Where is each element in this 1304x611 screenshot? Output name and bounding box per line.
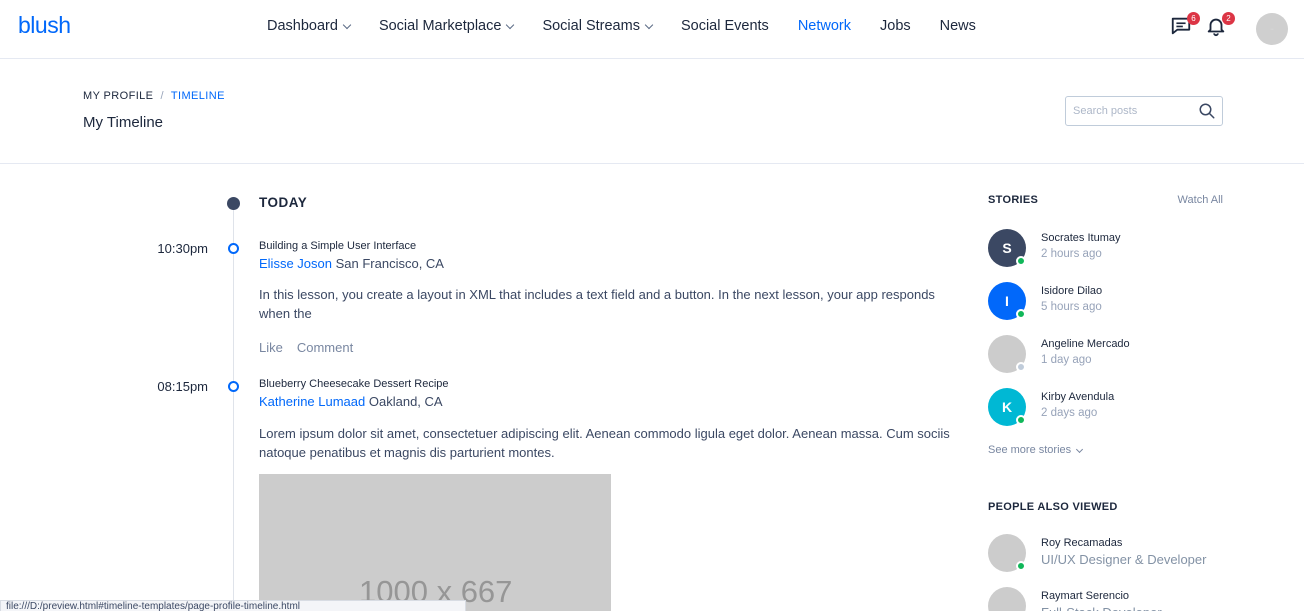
post-title[interactable]: Building a Simple User Interface: [259, 240, 416, 252]
see-more-label: See more stories: [988, 444, 1072, 456]
comment-button[interactable]: Comment: [297, 340, 353, 355]
nav-label: Jobs: [880, 18, 911, 34]
stories-heading: Stories: [988, 194, 1039, 206]
logo[interactable]: blush: [18, 12, 71, 39]
post-title[interactable]: Blueberry Cheesecake Dessert Recipe: [259, 378, 449, 390]
breadcrumb-separator: /: [160, 90, 164, 102]
timeline-dot: [228, 381, 239, 392]
story-time: 5 hours ago: [1041, 301, 1102, 313]
nav-dashboard[interactable]: Dashboard: [267, 18, 352, 34]
chevron-down-icon: [506, 20, 515, 30]
nav-label: News: [939, 18, 976, 34]
story-time: 2 days ago: [1041, 407, 1098, 419]
person-item[interactable]: Raymart Serencio Full-Stack Developer: [988, 587, 1228, 611]
search-input[interactable]: [1066, 97, 1186, 125]
post-time: 08:15pm: [157, 379, 208, 394]
nav-social-marketplace[interactable]: Social Marketplace: [378, 18, 515, 34]
nav-network[interactable]: Network: [798, 18, 851, 34]
page-title: My Timeline: [83, 114, 164, 131]
chevron-down-icon: [1076, 445, 1084, 453]
post-location: Oakland, CA: [368, 394, 443, 409]
nav-label: Social Marketplace: [378, 18, 502, 34]
nav-label: Social Events: [680, 18, 769, 34]
nav-social-events[interactable]: Social Events: [681, 18, 769, 34]
person-role: Full-Stack Developer: [1041, 605, 1162, 611]
person-name: Raymart Serencio: [1041, 590, 1130, 602]
story-name: Kirby Avendula: [1041, 391, 1115, 403]
post-body: Lorem ipsum dolor sit amet, consectetuer…: [259, 426, 950, 460]
story-time: 2 hours ago: [1041, 248, 1102, 260]
nav-label: Social Streams: [542, 18, 640, 34]
chevron-down-icon: [342, 20, 352, 30]
post-time: 10:30pm: [157, 241, 208, 256]
post-author-link[interactable]: Elisse Joson: [259, 256, 332, 271]
timeline-line: [233, 204, 234, 611]
page-subheader: My Profile / Timeline My Timeline: [0, 59, 1304, 164]
chevron-down-icon: [644, 20, 654, 30]
post-image[interactable]: 1000 x 667: [259, 474, 611, 611]
person-name: Roy Recamadas: [1041, 537, 1123, 549]
search-icon[interactable]: [1198, 102, 1216, 120]
story-item[interactable]: I Isidore Dilao 5 hours ago: [988, 282, 1228, 322]
messages-badge: 6: [1187, 12, 1200, 25]
online-status-dot: [1016, 561, 1026, 571]
watch-all-link[interactable]: Watch All: [1160, 194, 1223, 206]
person-item[interactable]: Roy Recamadas UI/UX Designer & Developer: [988, 534, 1228, 574]
story-item[interactable]: Angeline Mercado 1 day ago: [988, 335, 1228, 375]
main-nav: Dashboard Social Marketplace Social Stre…: [267, 18, 1005, 34]
post-location: San Francisco, CA: [335, 256, 444, 271]
timeline-today-label: TODAY: [259, 195, 308, 210]
messages-button[interactable]: 6: [1170, 12, 1200, 39]
see-more-stories-link[interactable]: See more stories: [988, 444, 1084, 456]
notifications-button[interactable]: 2: [1205, 12, 1235, 39]
top-header: blush Dashboard Social Marketplace Socia…: [0, 0, 1304, 59]
timeline-today-dot: [227, 197, 240, 210]
person-role: UI/UX Designer & Developer: [1041, 552, 1207, 567]
online-status-dot: [1016, 256, 1026, 266]
online-status-dot: [1016, 309, 1026, 319]
breadcrumb: My Profile / Timeline: [83, 90, 225, 102]
offline-status-dot: [1016, 362, 1026, 372]
story-name: Angeline Mercado: [1041, 338, 1130, 350]
breadcrumb-timeline: Timeline: [170, 90, 225, 102]
nav-label: Network: [797, 18, 851, 34]
timeline-dot: [228, 243, 239, 254]
post-actions: Like Comment: [259, 340, 367, 355]
story-name: Isidore Dilao: [1041, 285, 1103, 297]
online-status-dot: [1016, 415, 1026, 425]
nav-news[interactable]: News: [940, 18, 976, 34]
avatar: [988, 587, 1026, 611]
breadcrumb-my-profile[interactable]: My Profile: [83, 90, 153, 102]
browser-status-bar: file:///D:/preview.html#timeline-templat…: [0, 600, 466, 611]
nav-jobs[interactable]: Jobs: [880, 18, 911, 34]
post-author-link[interactable]: Katherine Lumaad: [259, 394, 365, 409]
post-body: In this lesson, you create a layout in X…: [259, 287, 935, 321]
nav-social-streams[interactable]: Social Streams: [542, 18, 654, 34]
story-time: 1 day ago: [1041, 354, 1092, 366]
avatar-placeholder-icon: ◦◦◦: [1270, 27, 1274, 31]
search-box: [1065, 96, 1223, 126]
notifications-badge: 2: [1222, 12, 1235, 25]
story-item[interactable]: S Socrates Itumay 2 hours ago: [988, 229, 1228, 269]
user-avatar[interactable]: ◦◦◦: [1256, 13, 1288, 45]
like-button[interactable]: Like: [259, 340, 283, 355]
nav-label: Dashboard: [267, 18, 338, 34]
story-name: Socrates Itumay: [1041, 232, 1121, 244]
post-meta: Katherine Lumaad Oakland, CA: [259, 394, 443, 409]
story-item[interactable]: K Kirby Avendula 2 days ago: [988, 388, 1228, 428]
post-meta: Elisse Joson San Francisco, CA: [259, 256, 444, 271]
people-also-viewed-heading: People Also Viewed: [988, 501, 1118, 513]
